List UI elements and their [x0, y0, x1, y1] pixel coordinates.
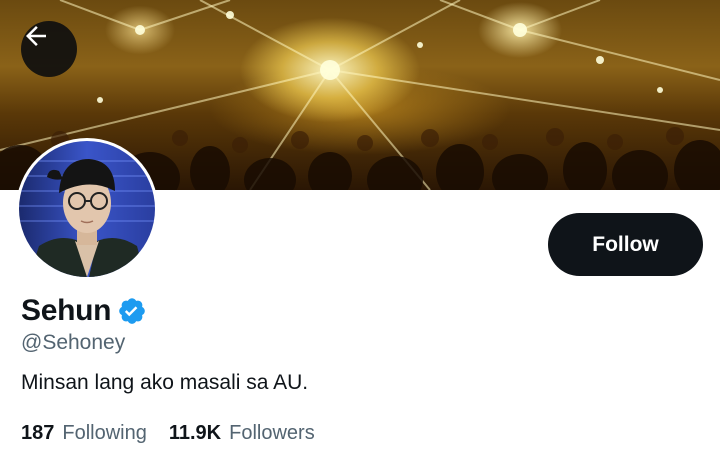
profile-page: Follow Sehun @Sehoney Minsan lang ako ma…: [0, 0, 720, 454]
avatar-image: [19, 141, 155, 277]
display-name: Sehun: [21, 294, 112, 327]
name-row: Sehun: [21, 294, 147, 328]
followers-count: 11.9K: [168, 422, 222, 444]
verified-badge-icon[interactable]: [117, 296, 147, 326]
followers-label: Followers: [229, 422, 315, 444]
follow-button[interactable]: Follow: [548, 213, 703, 276]
following-label: Following: [62, 422, 147, 444]
following-link[interactable]: 187 Following: [21, 422, 147, 445]
following-count: 187: [21, 422, 55, 444]
avatar[interactable]: [16, 138, 158, 280]
followers-link[interactable]: 11.9K Followers: [169, 422, 315, 445]
back-button[interactable]: [21, 21, 77, 77]
username-handle: @Sehoney: [21, 331, 126, 354]
arrow-left-icon: [26, 26, 46, 46]
follow-stats: 187 Following 11.9K Followers: [21, 422, 315, 445]
profile-bio: Minsan lang ako masali sa AU.: [21, 371, 309, 394]
